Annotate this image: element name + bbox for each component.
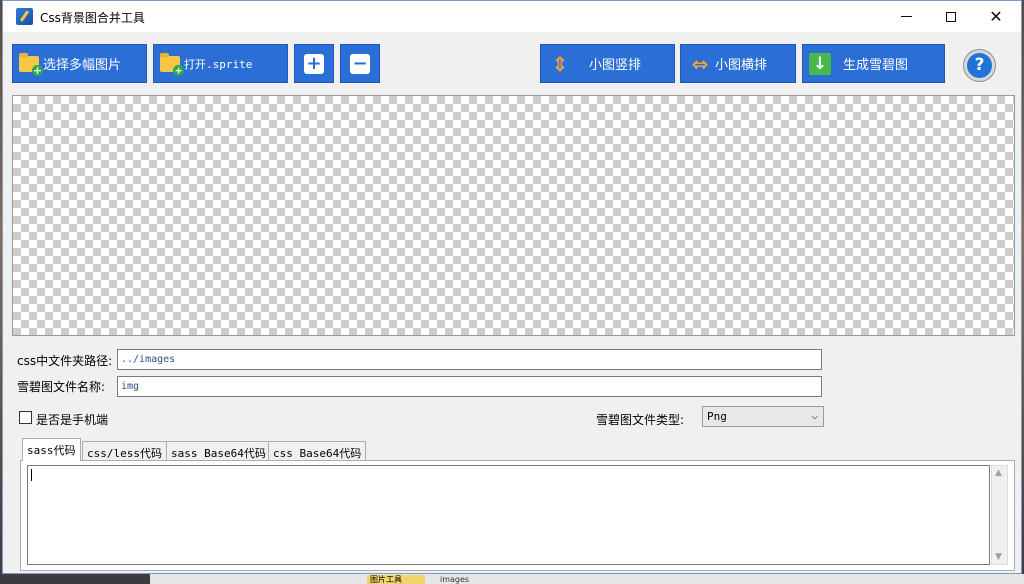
remove-button[interactable]: − (340, 44, 380, 83)
add-button[interactable]: + (294, 44, 334, 83)
file-type-label: 雪碧图文件类型: (596, 413, 685, 427)
scroll-down-icon[interactable]: ▼ (995, 552, 1002, 562)
code-textarea[interactable] (27, 465, 990, 565)
css-folder-label: css中文件夹路径: (17, 354, 113, 368)
arrange-horizontal-label: 小图横排 (715, 58, 768, 73)
sprite-name-input[interactable]: img (117, 376, 822, 397)
text-caret (31, 469, 32, 481)
download-arrow-icon: ↓ (809, 52, 831, 75)
sprite-preview-canvas[interactable] (12, 95, 1015, 336)
title-bar[interactable]: Css背景图合并工具 ✕ (3, 1, 1021, 32)
open-sprite-label: 打开.sprite (184, 57, 253, 71)
css-folder-input[interactable]: ../images (117, 349, 822, 370)
chevron-down-icon: ⌵ (811, 409, 818, 422)
arrange-vertical-button[interactable]: ⇕ 小图竖排 (540, 44, 675, 83)
select-images-button[interactable]: + 选择多幅图片 (12, 44, 147, 83)
select-images-label: 选择多幅图片 (43, 58, 122, 73)
horizontal-arrows-icon: ⇔ (691, 51, 709, 76)
app-window: Css背景图合并工具 ✕ + 选择多幅图片 + 打开.sprite + − ⇕ … (2, 0, 1022, 574)
close-button[interactable]: ✕ (973, 1, 1019, 32)
background-tab-label: 图片工具 (367, 575, 425, 584)
help-icon[interactable]: ? (964, 50, 995, 81)
mobile-checkbox[interactable] (19, 411, 32, 424)
background-tab-text: images (440, 575, 470, 584)
file-type-select[interactable]: Png ⌵ (702, 406, 824, 427)
arrange-vertical-label: 小图竖排 (589, 58, 642, 73)
tab-css-less[interactable]: css/less代码 (82, 441, 167, 460)
maximize-button[interactable] (928, 1, 974, 32)
vertical-scrollbar[interactable]: ▲ ▼ (991, 465, 1008, 565)
minimize-icon (900, 16, 912, 17)
tab-panel: ▲ ▼ (20, 460, 1015, 571)
tab-sass-base64[interactable]: sass Base64代码 (166, 441, 271, 460)
mobile-label[interactable]: 是否是手机端 (36, 411, 108, 428)
close-icon: ✕ (989, 7, 1003, 26)
tab-css-base64[interactable]: css Base64代码 (268, 441, 367, 460)
arrange-horizontal-button[interactable]: ⇔ 小图横排 (680, 44, 796, 83)
minimize-button[interactable] (883, 1, 929, 32)
open-sprite-button[interactable]: + 打开.sprite (153, 44, 288, 83)
plus-icon: + (304, 53, 324, 74)
folder-add-icon: + (19, 52, 43, 76)
tab-sass[interactable]: sass代码 (22, 438, 81, 461)
window-title: Css背景图合并工具 (40, 11, 145, 25)
background-window-strip (150, 574, 1024, 584)
generate-sprite-button[interactable]: ↓ 生成雪碧图 (802, 44, 945, 83)
file-type-value: Png (707, 410, 727, 423)
sprite-name-label: 雪碧图文件名称: (17, 380, 106, 394)
maximize-icon (946, 11, 956, 22)
minus-icon: − (350, 53, 370, 74)
app-icon (16, 8, 33, 25)
folder-add-icon: + (160, 52, 184, 76)
generate-sprite-label: 生成雪碧图 (843, 58, 909, 73)
scroll-up-icon[interactable]: ▲ (995, 468, 1002, 478)
vertical-arrows-icon: ⇕ (551, 51, 569, 76)
